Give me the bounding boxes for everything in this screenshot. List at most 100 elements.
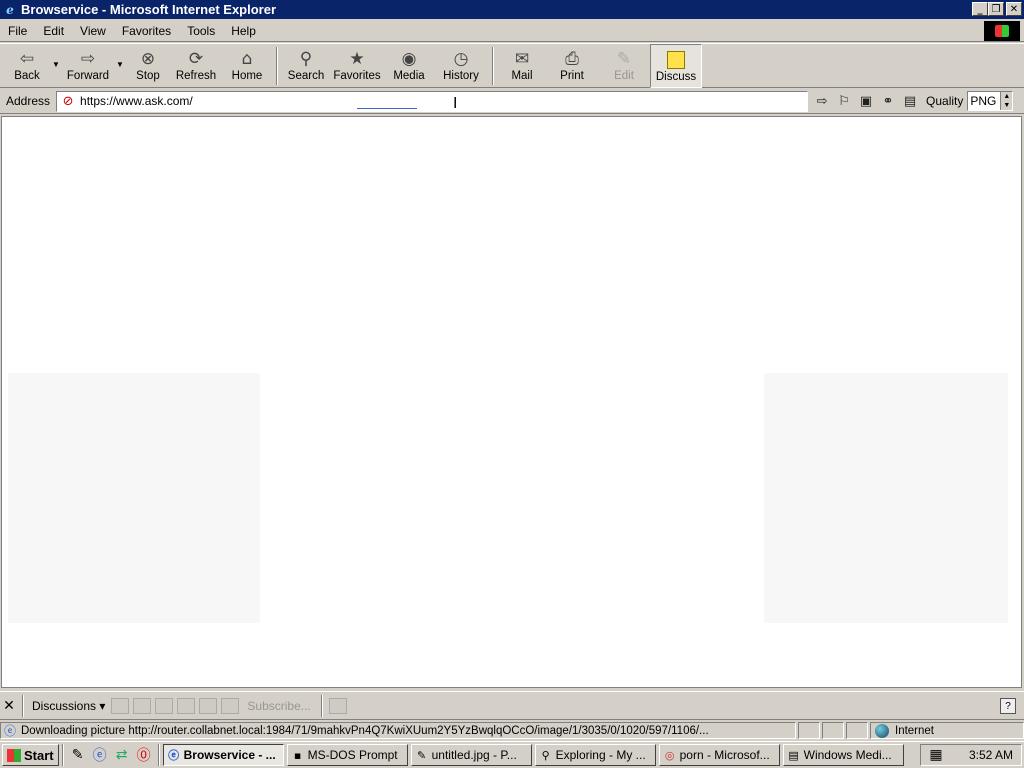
back-label: Back [14,70,40,82]
back-dropdown-icon[interactable]: ▼ [50,44,62,69]
task-windows-media[interactable]: ▤ Windows Medi... [782,744,904,766]
stop-label: Stop [136,70,160,82]
expand-discussion-icon[interactable] [133,697,152,714]
print-button[interactable]: ⎙ Print [546,44,598,88]
history-button[interactable]: ◷ History [434,44,488,88]
find-binoculars-icon[interactable]: ⚭ [880,93,896,109]
media-player-icon: ▤ [788,748,799,762]
refresh-button[interactable]: ⟳ Refresh [170,44,222,88]
edit-button[interactable]: ✎ Edit [598,44,650,88]
status-cell [846,722,868,739]
address-label: Address [6,94,51,108]
spin-up-icon[interactable]: ▲ [1003,93,1010,100]
previous-discussion-icon[interactable] [177,697,196,714]
menu-edit[interactable]: Edit [35,24,72,38]
clipboard-icon[interactable]: ▤ [902,93,918,109]
quality-value: PNG [970,94,997,108]
edit-discussion-icon[interactable] [221,697,240,714]
menu-help[interactable]: Help [223,24,264,38]
collapse-discussion-icon[interactable] [155,697,174,714]
address-input[interactable]: ⊘ https://www.ask.com/ Ι [56,90,809,112]
address-underline [357,107,418,109]
close-button[interactable]: ✕ [1006,2,1022,16]
insert-discussion-icon[interactable] [111,697,130,714]
home-button[interactable]: ⌂ Home [222,44,272,88]
stop-communicating-icon[interactable] [328,697,347,714]
page-viewport[interactable] [1,116,1022,688]
task-ms-dos[interactable]: ▪ MS-DOS Prompt [286,744,408,766]
discussions-close-icon[interactable]: ✕ [0,698,18,714]
home-label: Home [231,70,263,82]
standard-toolbar: ⇦ Back ▼ ⇨ Forward ▼ ⊗ Stop ⟳ Refresh ⌂ … [0,43,1024,88]
forward-button[interactable]: ⇨ Forward [62,44,114,88]
back-arrow-icon: ⇦ [19,49,35,69]
mail-button[interactable]: ✉ Mail [498,44,546,88]
windows-flag-icon [995,25,1009,37]
discuss-button[interactable]: Discuss [650,44,702,88]
task-exploring[interactable]: ⚲ Exploring - My ... [534,744,656,766]
discussions-bar: ✕ Discussions ▾ Subscribe... ? [0,691,1024,720]
status-cell [822,722,844,739]
discussions-separator [22,694,24,717]
clock[interactable]: 3:52 AM [969,748,1013,762]
favorites-folder-icon: ★ [349,49,365,69]
view-icon[interactable]: ▣ [858,93,874,109]
quality-select[interactable]: PNG ▲ ▼ [967,91,1014,111]
back-button[interactable]: ⇦ Back [4,44,50,88]
menu-view[interactable]: View [72,24,114,38]
network-icon[interactable]: ⇄ [113,746,131,764]
menu-favorites[interactable]: Favorites [114,24,179,38]
menu-file[interactable]: File [0,24,35,38]
scheduler-icon[interactable]: ▦ [927,746,945,764]
task-label: Browservice - ... [183,748,276,762]
media-label: Media [393,70,425,82]
show-desktop-icon[interactable]: ✎ [69,746,87,764]
discussion-status-icon: ? [1000,698,1016,714]
task-microsoft[interactable]: ◎ porn - Microsof... [658,744,780,766]
spin-down-icon[interactable]: ▼ [1003,102,1010,109]
quicklaunch-separator [157,744,160,766]
discuss-icon [667,49,685,71]
explorer-icon: ⚲ [541,748,550,762]
go-arrow-icon[interactable]: ⇨ [814,93,830,109]
title-bar[interactable]: e Browservice - Microsoft Internet Explo… [0,0,1024,19]
stop-button[interactable]: ⊗ Stop [126,44,170,88]
task-browservice[interactable]: ⓔ Browservice - ... [162,744,284,766]
history-label: History [443,70,479,82]
forward-arrow-icon: ⇨ [80,49,96,69]
text-cursor-icon: Ι [453,93,458,112]
printer-icon: ⎙ [565,49,579,69]
quality-spinner[interactable]: ▲ ▼ [1000,92,1013,110]
status-message-panel: ⓔ Downloading picture http://router.coll… [0,722,796,739]
taskbar: Start ✎ ⓔ ⇄ ⓪ ⓔ Browservice - ... ▪ MS-D… [0,741,1024,768]
favorites-button[interactable]: ★ Favorites [330,44,384,88]
favorites-label: Favorites [333,70,381,82]
status-cell [798,722,820,739]
internet-explorer-icon[interactable]: ⓔ [91,746,109,764]
minimize-button[interactable]: _ [972,2,988,16]
start-button[interactable]: Start [2,744,59,766]
menu-tools[interactable]: Tools [179,24,223,38]
search-button[interactable]: ⚲ Search [282,44,330,88]
ie-task-icon: ⓔ [168,749,180,762]
quicklaunch-separator [61,744,64,766]
task-label: Exploring - My ... [555,748,646,762]
next-discussion-icon[interactable] [199,697,218,714]
task-label: MS-DOS Prompt [307,748,398,762]
home-icon: ⌂ [241,49,253,69]
window-title: Browservice - Microsoft Internet Explore… [21,2,277,17]
task-untitled-jpg[interactable]: ✎ untitled.jpg - P... [410,744,532,766]
loading-panel-left [8,373,260,623]
address-url[interactable]: https://www.ask.com/ [80,94,193,108]
discussions-menu[interactable]: Discussions ▾ [28,699,109,713]
search-icon: ⚲ [299,49,313,69]
forward-label: Forward [66,70,110,82]
opera-icon[interactable]: ⓪ [135,746,153,764]
discuss-label: Discuss [655,71,697,83]
start-label: Start [24,747,54,763]
forward-dropdown-icon[interactable]: ▼ [114,44,126,69]
subscribe-button[interactable]: Subscribe... [241,699,316,713]
restore-button[interactable]: ❐ [988,2,1004,16]
bookmark-icon[interactable]: ⚐ [836,93,852,109]
media-button[interactable]: ◉ Media [384,44,434,88]
